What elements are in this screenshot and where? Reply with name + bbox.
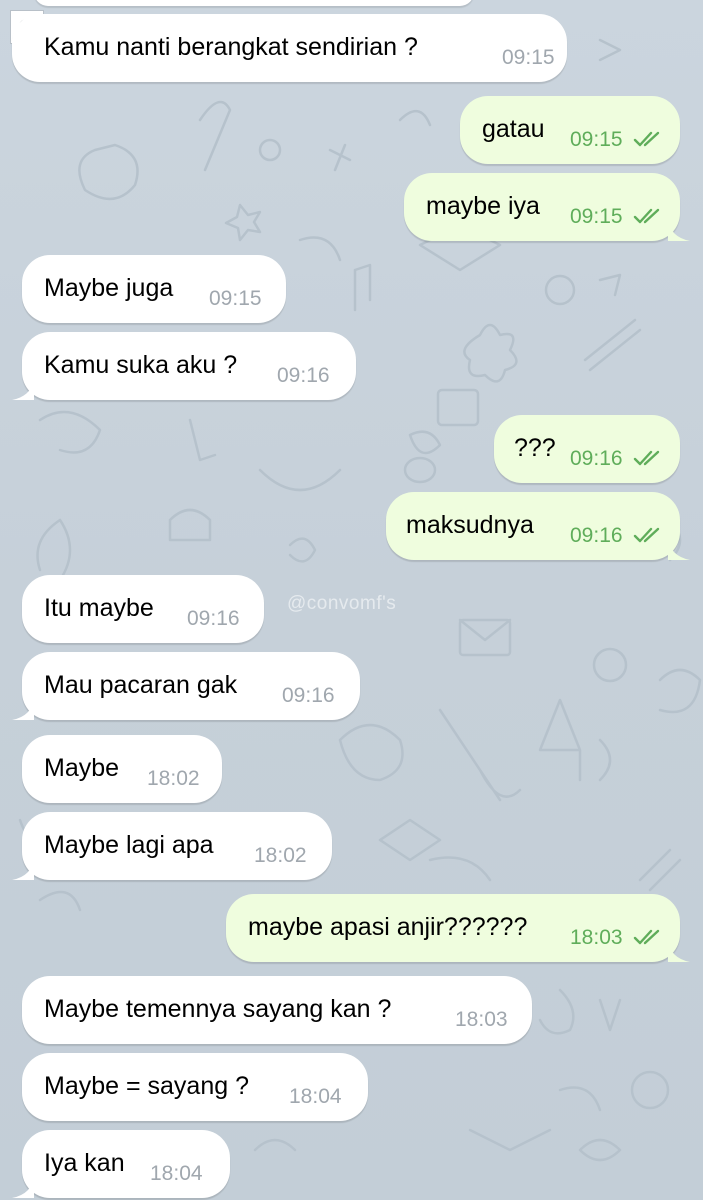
message-time: 18:02: [254, 844, 307, 867]
message-time: 09:16: [187, 607, 240, 630]
outgoing-message[interactable]: ??? 09:16: [494, 415, 680, 483]
message-time: 09:15: [209, 287, 262, 310]
message-time: 18:03: [455, 1008, 508, 1031]
read-double-check-icon: [633, 208, 660, 224]
read-double-check-icon: [633, 527, 660, 543]
message-text: Maybe lagi apa: [44, 831, 214, 859]
read-double-check-icon: [633, 929, 660, 945]
message-text: Mau pacaran gak: [44, 671, 238, 699]
message-time: 09:16: [282, 684, 335, 707]
incoming-message[interactable]: Maybe 18:02: [22, 735, 222, 803]
incoming-message[interactable]: Kamu suka aku ? 09:16: [12, 332, 356, 400]
incoming-message[interactable]: Maybe temennya sayang kan ? 18:03: [22, 976, 532, 1044]
message-time: 09:16: [570, 447, 623, 470]
watermark: @convomf's: [287, 593, 397, 614]
message-text: Maybe temennya sayang kan ?: [44, 995, 392, 1023]
read-double-check-icon: [633, 131, 660, 147]
incoming-message[interactable]: Maybe = sayang ? 18:04: [22, 1053, 368, 1121]
incoming-message[interactable]: Kamu nanti berangkat sendirian ? 09:15: [12, 14, 567, 82]
outgoing-message[interactable]: maksudnya 09:16: [386, 492, 690, 560]
message-text: Iya kan: [44, 1149, 125, 1177]
message-text: ???: [514, 434, 556, 462]
message-text: Itu maybe: [44, 594, 154, 622]
read-double-check-icon: [633, 450, 660, 466]
bubble-tail: [668, 538, 690, 560]
bubble-tail: [668, 940, 690, 962]
outgoing-message[interactable]: maybe apasi anjir?????? 18:03: [226, 894, 690, 962]
bubble-tail: [12, 698, 34, 720]
message-time: 18:02: [147, 767, 200, 790]
incoming-message[interactable]: Iya kan 18:04: [12, 1130, 230, 1198]
message-text: Kamu suka aku ?: [44, 351, 238, 379]
message-text: gatau: [482, 115, 545, 143]
bubble-tail: [12, 1176, 34, 1198]
message-time: 18:04: [150, 1162, 203, 1185]
message-text: Maybe = sayang ?: [44, 1072, 249, 1100]
incoming-message[interactable]: Mau pacaran gak 09:16: [12, 652, 360, 720]
incoming-message[interactable]: Maybe lagi apa 18:02: [12, 812, 332, 880]
message-text: maybe iya: [426, 192, 540, 220]
incoming-message[interactable]: Maybe juga 09:15: [22, 255, 286, 323]
message-text: Kamu nanti berangkat sendirian ?: [44, 33, 418, 61]
message-text: Maybe juga: [44, 274, 174, 302]
bubble-tail: [12, 858, 34, 880]
message-time: 09:15: [502, 46, 555, 69]
message-text: maybe apasi anjir??????: [248, 913, 528, 941]
outgoing-message[interactable]: gatau 09:15: [460, 96, 680, 164]
message-time: 09:15: [570, 205, 623, 228]
outgoing-message[interactable]: maybe iya 09:15: [404, 173, 690, 241]
message-text: Maybe: [44, 754, 120, 782]
incoming-message[interactable]: Itu maybe 09:16: [22, 575, 264, 643]
message-text: maksudnya: [406, 511, 534, 539]
message-time: 18:03: [570, 926, 623, 949]
previous-message-bubble-edge: [34, 0, 474, 6]
message-time: 09:16: [277, 364, 330, 387]
message-time: 18:04: [289, 1085, 342, 1108]
bubble-tail: [668, 219, 690, 241]
message-time: 09:15: [570, 128, 623, 151]
message-time: 09:16: [570, 524, 623, 547]
bubble-tail: [12, 378, 34, 400]
